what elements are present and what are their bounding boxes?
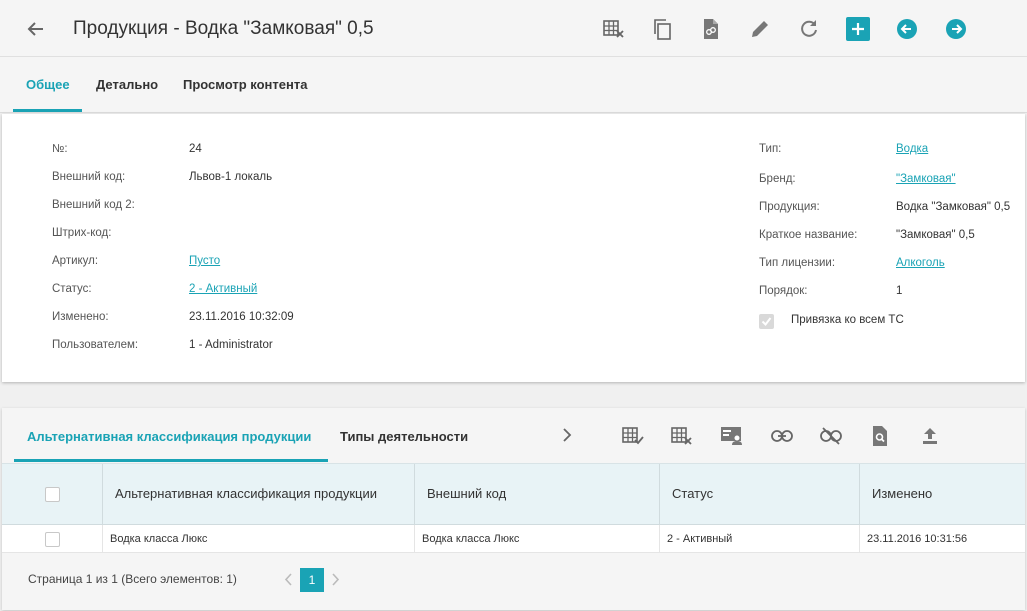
table-remove-icon[interactable] (670, 424, 694, 448)
label-brand: Бренд: (759, 173, 796, 185)
details-card: №: 24 Внешний код: Львов-1 локаль Внешни… (2, 114, 1025, 382)
value-short-name: "Замковая" 0,5 (896, 229, 975, 241)
label-external-code-2: Внешний код 2: (52, 199, 135, 211)
pager-prev-icon[interactable] (280, 570, 296, 588)
chevron-right-icon[interactable] (558, 426, 576, 444)
subtab-activity-types-wrap: Типы деятельности (340, 426, 468, 450)
column-header-status[interactable]: Статус (660, 464, 860, 524)
link-article[interactable]: Пусто (189, 255, 220, 267)
value-modified: 23.11.2016 10:32:09 (189, 311, 294, 323)
page-title: Продукция - Водка "Замковая" 0,5 (73, 18, 374, 39)
cell-status: 2 - Активный (660, 525, 860, 553)
select-all-checkbox[interactable] (44, 486, 60, 502)
label-status: Статус: (52, 283, 92, 295)
edit-pencil-icon[interactable] (748, 17, 772, 41)
column-header-modified[interactable]: Изменено (860, 464, 1025, 524)
bind-all-checkbox (759, 314, 774, 329)
cell-modified: 23.11.2016 10:31:56 (867, 533, 968, 545)
cell-classification: Водка класса Люкс (103, 525, 415, 553)
file-search-icon[interactable] (868, 424, 892, 448)
refresh-icon[interactable] (797, 17, 821, 41)
label-order: Порядок: (759, 285, 808, 297)
label-external-code: Внешний код: (52, 171, 126, 183)
card-account-icon[interactable] (720, 424, 744, 448)
tab-content-view[interactable]: Просмотр контента (183, 77, 307, 92)
label-number: №: (52, 143, 68, 155)
table-row[interactable]: Водка класса Люкс Водка класса Люкс 2 - … (2, 525, 1025, 553)
tab-details[interactable]: Детально (96, 77, 158, 92)
value-external-code: Львов-1 локаль (189, 171, 273, 183)
table-remove-icon[interactable] (602, 17, 626, 41)
link-status[interactable]: 2 - Активный (189, 283, 257, 295)
column-header-classification[interactable]: Альтернативная классификация продукции (103, 464, 415, 524)
label-short-name: Краткое название: (759, 229, 858, 241)
value-modified-by: 1 - Administrator (189, 339, 273, 351)
pager-page-1[interactable]: 1 (300, 568, 324, 592)
label-modified: Изменено: (52, 311, 109, 323)
subtab-alt-classification[interactable]: Альтернативная классификация продукции (27, 429, 311, 444)
bind-all-label: Привязка ко всем ТС (791, 314, 904, 326)
add-plus-icon[interactable] (846, 17, 870, 41)
value-product: Водка "Замковая" 0,5 (896, 201, 1011, 213)
subtab-activity-types[interactable]: Типы деятельности (340, 429, 468, 444)
label-barcode: Штрих-код: (52, 227, 112, 239)
active-tab-underline (13, 109, 82, 112)
link-license-type[interactable]: Алкоголь (896, 257, 945, 269)
file-link-icon[interactable] (699, 17, 723, 41)
back-arrow-icon[interactable] (22, 16, 48, 42)
arrow-left-circle-icon[interactable] (895, 17, 919, 41)
column-header-external-code[interactable]: Внешний код (415, 464, 660, 524)
tab-general[interactable]: Общее (26, 77, 70, 92)
related-panel: Альтернативная классификация продукции Т… (2, 408, 1025, 610)
label-article: Артикул: (52, 255, 99, 267)
main-tabs: Общее Детально Просмотр контента (0, 57, 1027, 113)
label-license-type: Тип лицензии: (759, 257, 836, 269)
upload-icon[interactable] (918, 424, 942, 448)
label-type: Тип: (759, 143, 782, 155)
label-product: Продукция: (759, 201, 820, 213)
cell-external-code: Водка класса Люкс (415, 525, 660, 553)
row-checkbox[interactable] (44, 531, 60, 547)
active-subtab-underline (14, 459, 328, 462)
unlink-icon[interactable] (819, 424, 843, 448)
label-modified-by: Пользователем: (52, 339, 139, 351)
row-select-cell (2, 525, 103, 553)
table-check-icon[interactable] (621, 424, 645, 448)
arrow-right-circle-icon[interactable] (944, 17, 968, 41)
link-icon[interactable] (770, 424, 794, 448)
header-select-all (2, 464, 103, 524)
top-bar: Продукция - Водка "Замковая" 0,5 (0, 0, 1027, 57)
value-order: 1 (896, 285, 903, 297)
value-number: 24 (189, 143, 202, 155)
link-brand[interactable]: "Замковая" (896, 173, 956, 185)
pager-info: Страница 1 из 1 (Всего элементов: 1) (28, 572, 237, 586)
copy-icon[interactable] (650, 17, 674, 41)
pager-next-icon[interactable] (328, 570, 344, 588)
link-type[interactable]: Водка (896, 143, 928, 155)
table-header: Альтернативная классификация продукции В… (2, 463, 1025, 525)
